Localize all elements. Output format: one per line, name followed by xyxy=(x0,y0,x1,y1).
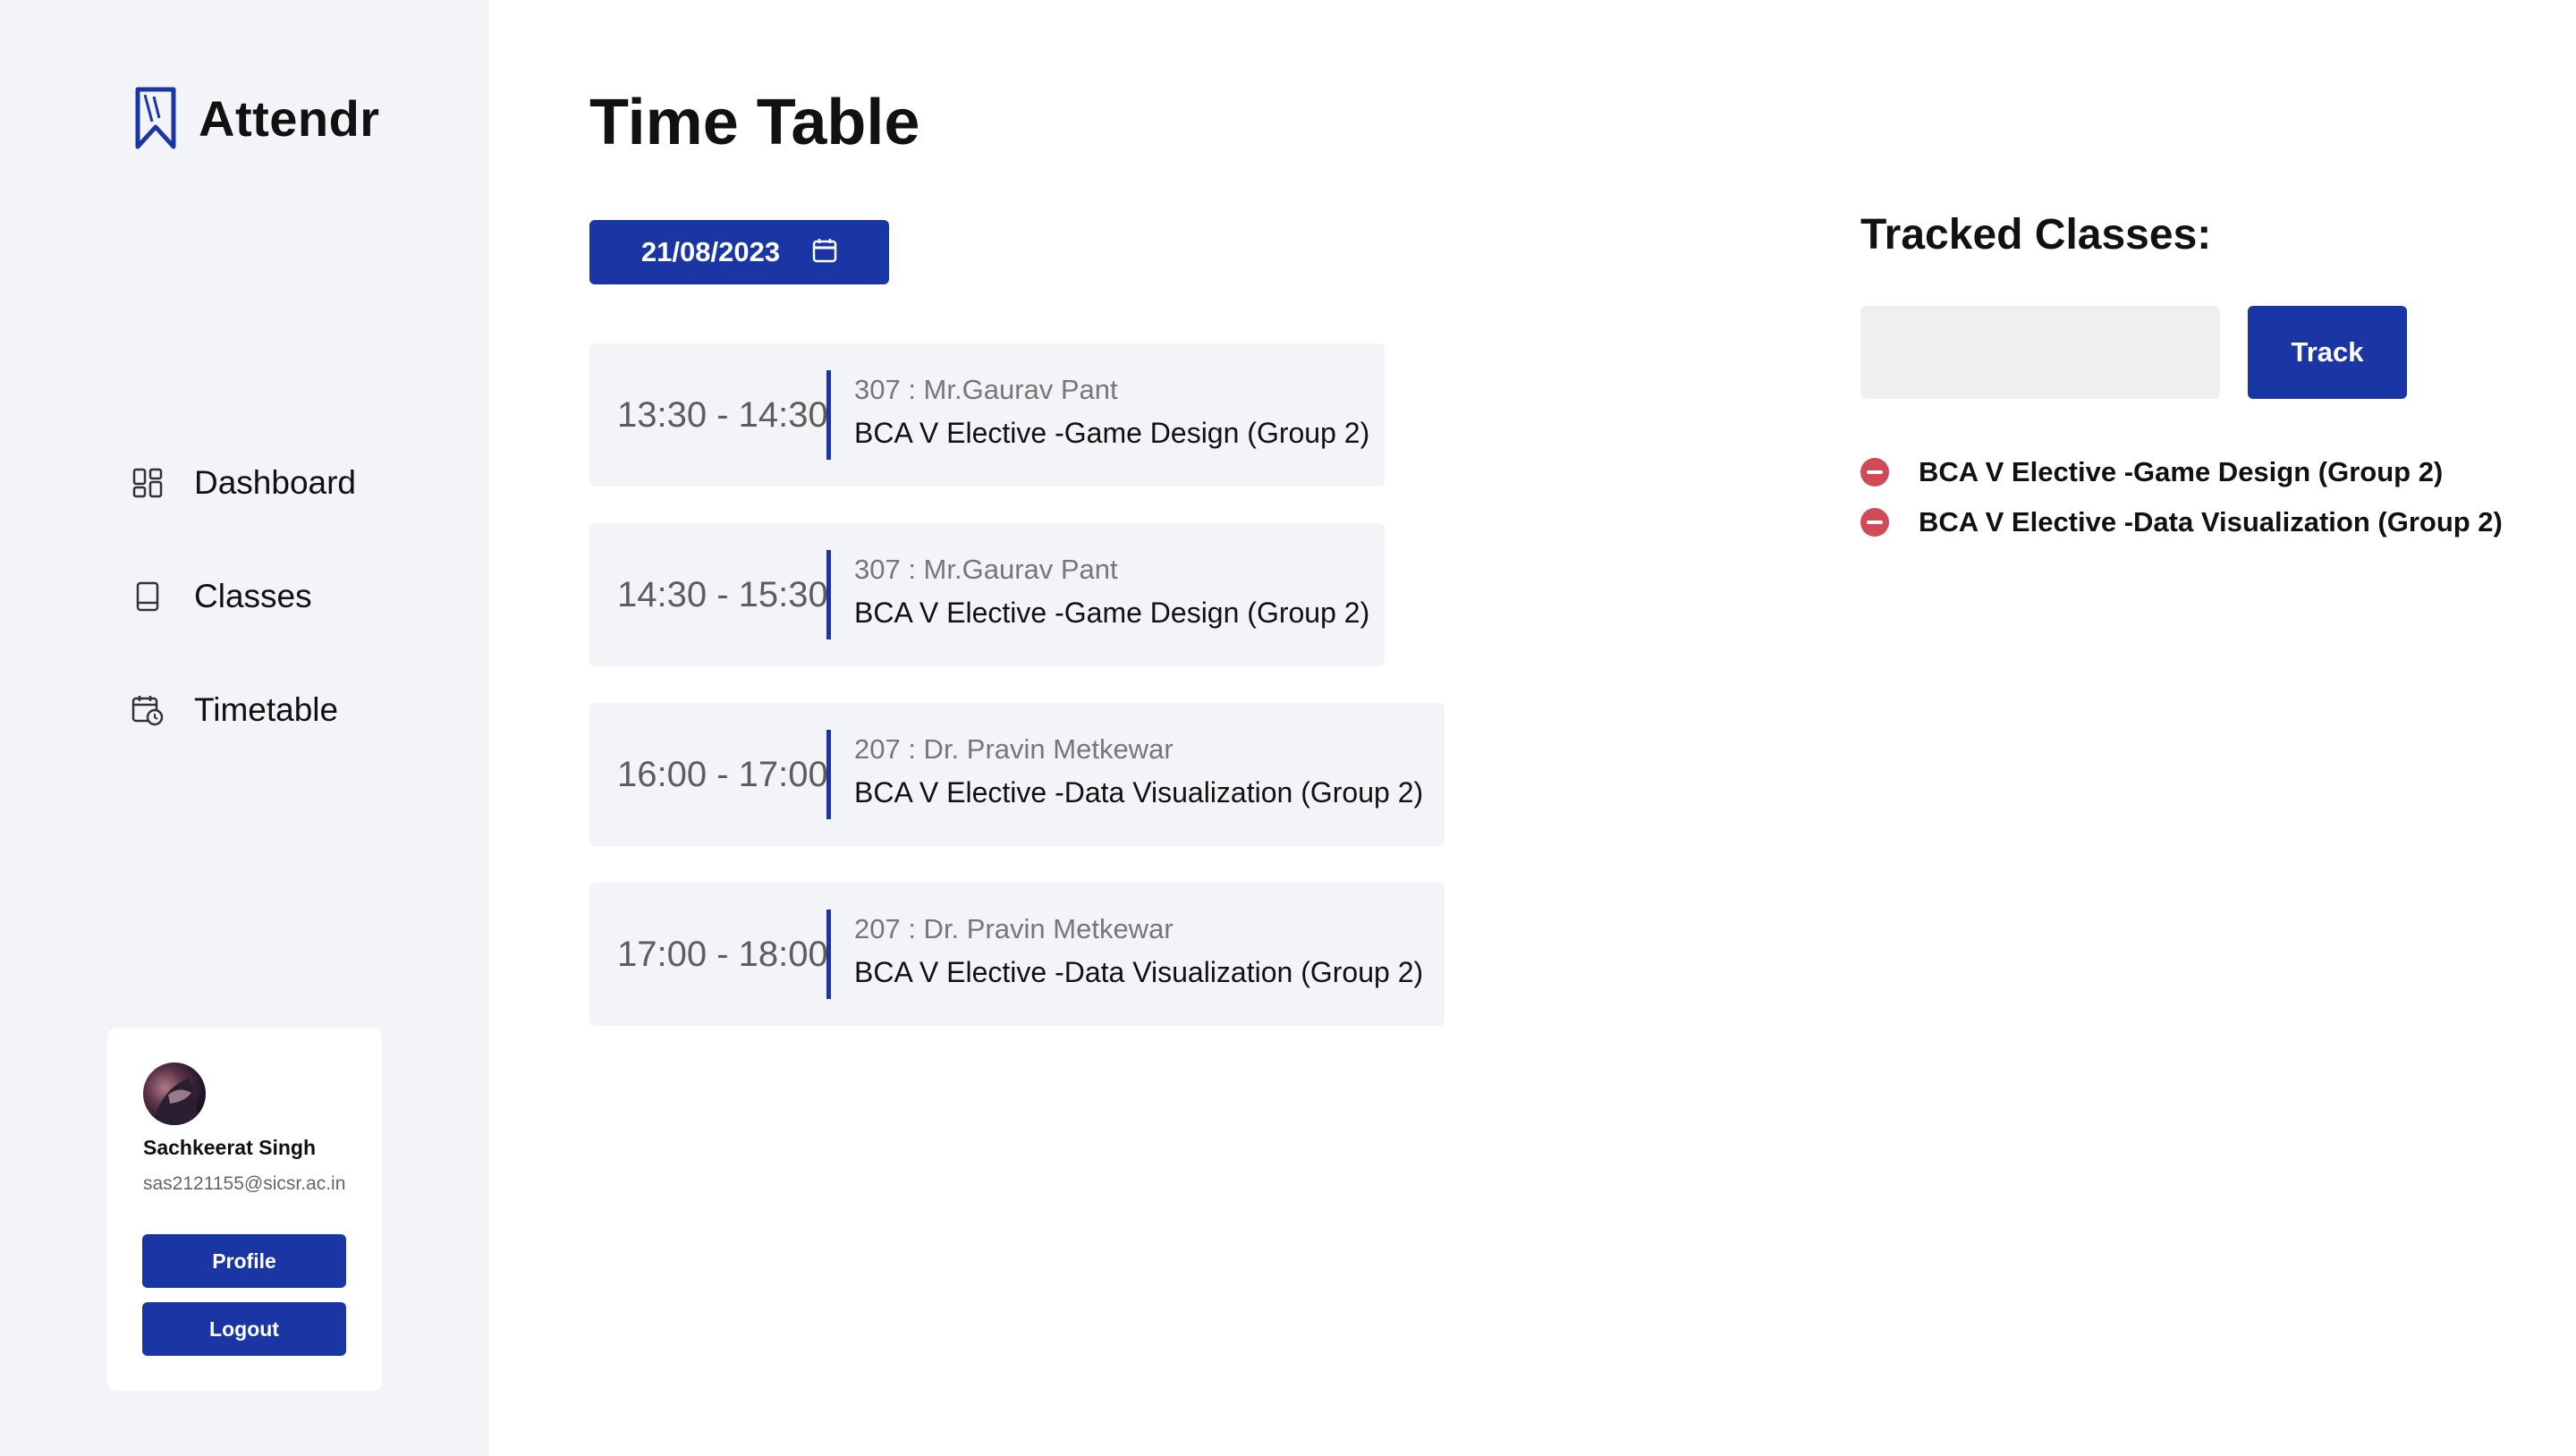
slot-divider xyxy=(826,910,831,999)
list-item: BCA V Elective -Game Design (Group 2) xyxy=(1860,447,2503,497)
page-title: Time Table xyxy=(589,87,920,158)
sidebar-item-label: Classes xyxy=(194,578,312,614)
slot-room-teacher: 207 : Dr. Pravin Metkewar xyxy=(854,733,1174,765)
timetable-slot[interactable]: 17:00 - 18:00 207 : Dr. Pravin Metkewar … xyxy=(589,883,1445,1026)
sidebar-item-label: Dashboard xyxy=(194,464,357,501)
logout-button[interactable]: Logout xyxy=(142,1302,346,1356)
tracked-classes-title: Tracked Classes: xyxy=(1860,211,2212,258)
book-icon xyxy=(130,579,165,614)
bookmark-logo-icon xyxy=(135,87,176,149)
remove-icon[interactable] xyxy=(1860,458,1889,487)
slot-course: BCA V Elective -Data Visualization (Grou… xyxy=(854,776,1424,808)
user-card: Sachkeerat Singh sas2121155@sicsr.ac.in … xyxy=(107,1029,382,1391)
calendar-icon[interactable] xyxy=(812,238,837,267)
date-picker[interactable]: 21/08/2023 xyxy=(589,220,889,284)
slot-course: BCA V Elective -Game Design (Group 2) xyxy=(854,597,1370,629)
list-item: BCA V Elective -Data Visualization (Grou… xyxy=(1860,497,2503,547)
track-class-input[interactable] xyxy=(1860,306,2220,399)
profile-button[interactable]: Profile xyxy=(142,1234,346,1288)
dashboard-icon xyxy=(130,465,165,501)
sidebar-item-dashboard[interactable]: Dashboard xyxy=(130,456,356,510)
user-name: Sachkeerat Singh xyxy=(143,1136,317,1159)
slot-course: BCA V Elective -Game Design (Group 2) xyxy=(854,417,1370,449)
slot-time: 13:30 - 14:30 xyxy=(617,394,828,435)
track-button[interactable]: Track xyxy=(2248,306,2407,399)
avatar[interactable] xyxy=(143,1062,206,1125)
timetable-slot[interactable]: 14:30 - 15:30 307 : Mr.Gaurav Pant BCA V… xyxy=(589,523,1385,666)
sidebar-item-label: Timetable xyxy=(194,691,339,728)
remove-icon[interactable] xyxy=(1860,508,1889,537)
user-email: sas2121155@sicsr.ac.in xyxy=(143,1173,346,1194)
timetable-slot[interactable]: 13:30 - 14:30 307 : Mr.Gaurav Pant BCA V… xyxy=(589,343,1385,487)
tracked-class-label: BCA V Elective -Data Visualization (Grou… xyxy=(1919,506,2503,538)
slot-divider xyxy=(826,730,831,819)
slot-divider xyxy=(826,550,831,639)
slot-room-teacher: 207 : Dr. Pravin Metkewar xyxy=(854,913,1174,944)
timetable-slot[interactable]: 16:00 - 17:00 207 : Dr. Pravin Metkewar … xyxy=(589,703,1445,846)
tracked-classes-list: BCA V Elective -Game Design (Group 2) BC… xyxy=(1860,447,2503,547)
sidebar: Attendr Dashboard Classes Timetable Sach… xyxy=(0,0,489,1456)
date-value: 21/08/2023 xyxy=(640,236,781,267)
sidebar-item-classes[interactable]: Classes xyxy=(130,570,356,623)
slot-divider xyxy=(826,370,831,460)
slot-room-teacher: 307 : Mr.Gaurav Pant xyxy=(854,374,1118,405)
calendar-clock-icon xyxy=(130,692,165,728)
app-logo[interactable]: Attendr xyxy=(132,86,380,150)
slot-time: 17:00 - 18:00 xyxy=(617,934,828,974)
slot-time: 14:30 - 15:30 xyxy=(617,574,828,614)
sidebar-nav: Dashboard Classes Timetable xyxy=(130,456,356,797)
slot-room-teacher: 307 : Mr.Gaurav Pant xyxy=(854,554,1118,585)
sidebar-item-timetable[interactable]: Timetable xyxy=(130,683,356,737)
slot-time: 16:00 - 17:00 xyxy=(617,754,828,794)
app-name: Attendr xyxy=(199,89,380,147)
tracked-class-label: BCA V Elective -Game Design (Group 2) xyxy=(1919,456,2444,487)
slot-course: BCA V Elective -Data Visualization (Grou… xyxy=(854,956,1424,988)
